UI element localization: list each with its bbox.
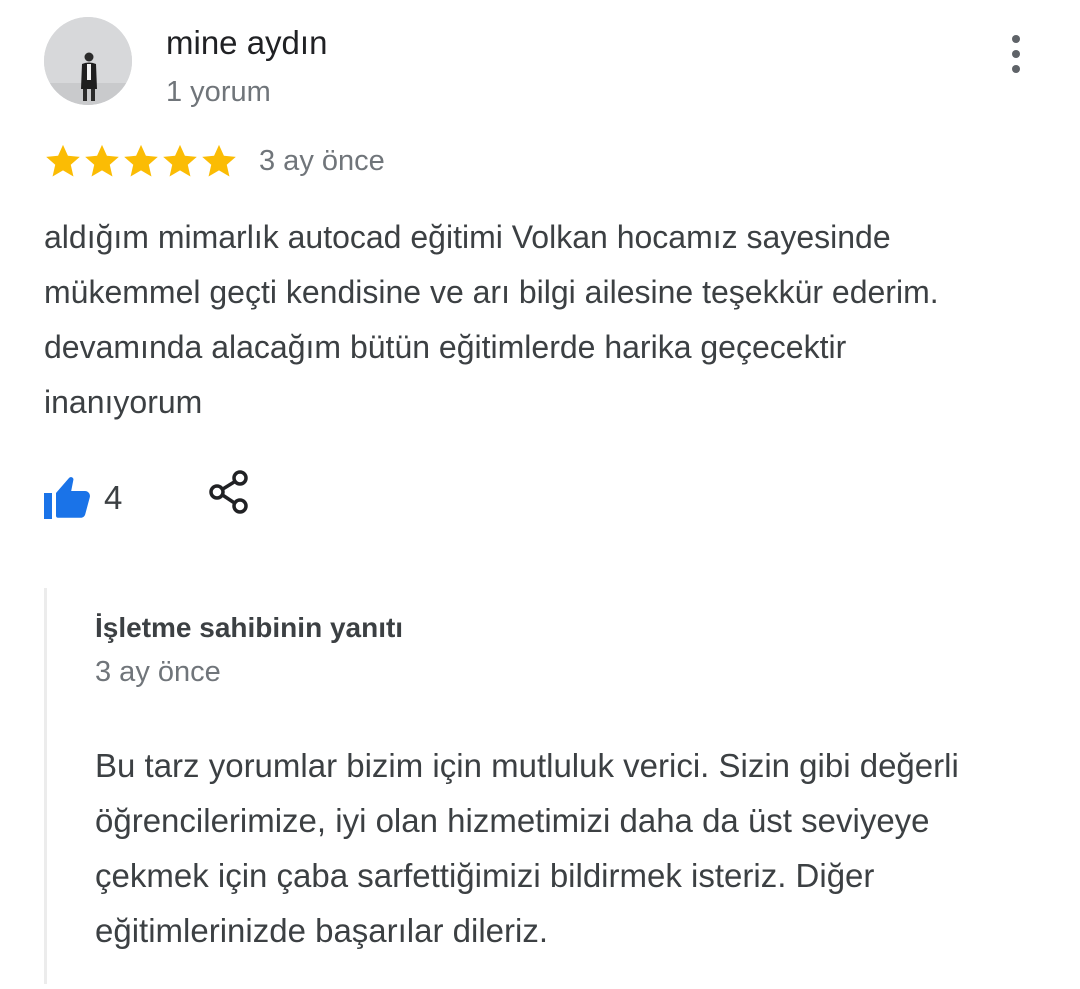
star-icon — [163, 144, 197, 177]
owner-reply-time: 3 ay önce — [95, 656, 221, 688]
like-count: 4 — [104, 479, 123, 516]
review-time: 3 ay önce — [259, 144, 385, 177]
owner-reply-title: İşletme sahibinin yanıtı — [95, 612, 404, 643]
more-vert-icon-dot — [1012, 65, 1020, 73]
more-vert-icon — [1012, 35, 1020, 43]
star-icon — [124, 144, 158, 177]
avatar-photo — [44, 17, 132, 105]
thumb-up-icon — [44, 477, 90, 519]
star-icon — [85, 144, 119, 177]
avatar[interactable] — [44, 17, 132, 105]
reviewer-name[interactable]: mine aydın — [166, 24, 327, 62]
more-vert-icon-dot — [1012, 50, 1020, 58]
star-icon — [202, 144, 236, 177]
star-icon — [46, 144, 80, 177]
owner-reply-text: Bu tarz yorumlar bizim için mutluluk ver… — [95, 747, 959, 949]
review-text: aldığım mimarlık autocad eğitimi Volkan … — [44, 219, 939, 420]
share-button[interactable] — [204, 468, 254, 518]
rating-row: 3 ay önce — [44, 140, 385, 182]
star-rating — [44, 142, 238, 180]
share-icon — [209, 470, 248, 514]
like-button[interactable]: 4 — [44, 470, 122, 526]
owner-reply: İşletme sahibinin yanıtı 3 ay önce Bu ta… — [44, 588, 1047, 984]
more-options-button[interactable] — [996, 28, 1036, 80]
reviewer-review-count: 1 yorum — [166, 76, 271, 108]
